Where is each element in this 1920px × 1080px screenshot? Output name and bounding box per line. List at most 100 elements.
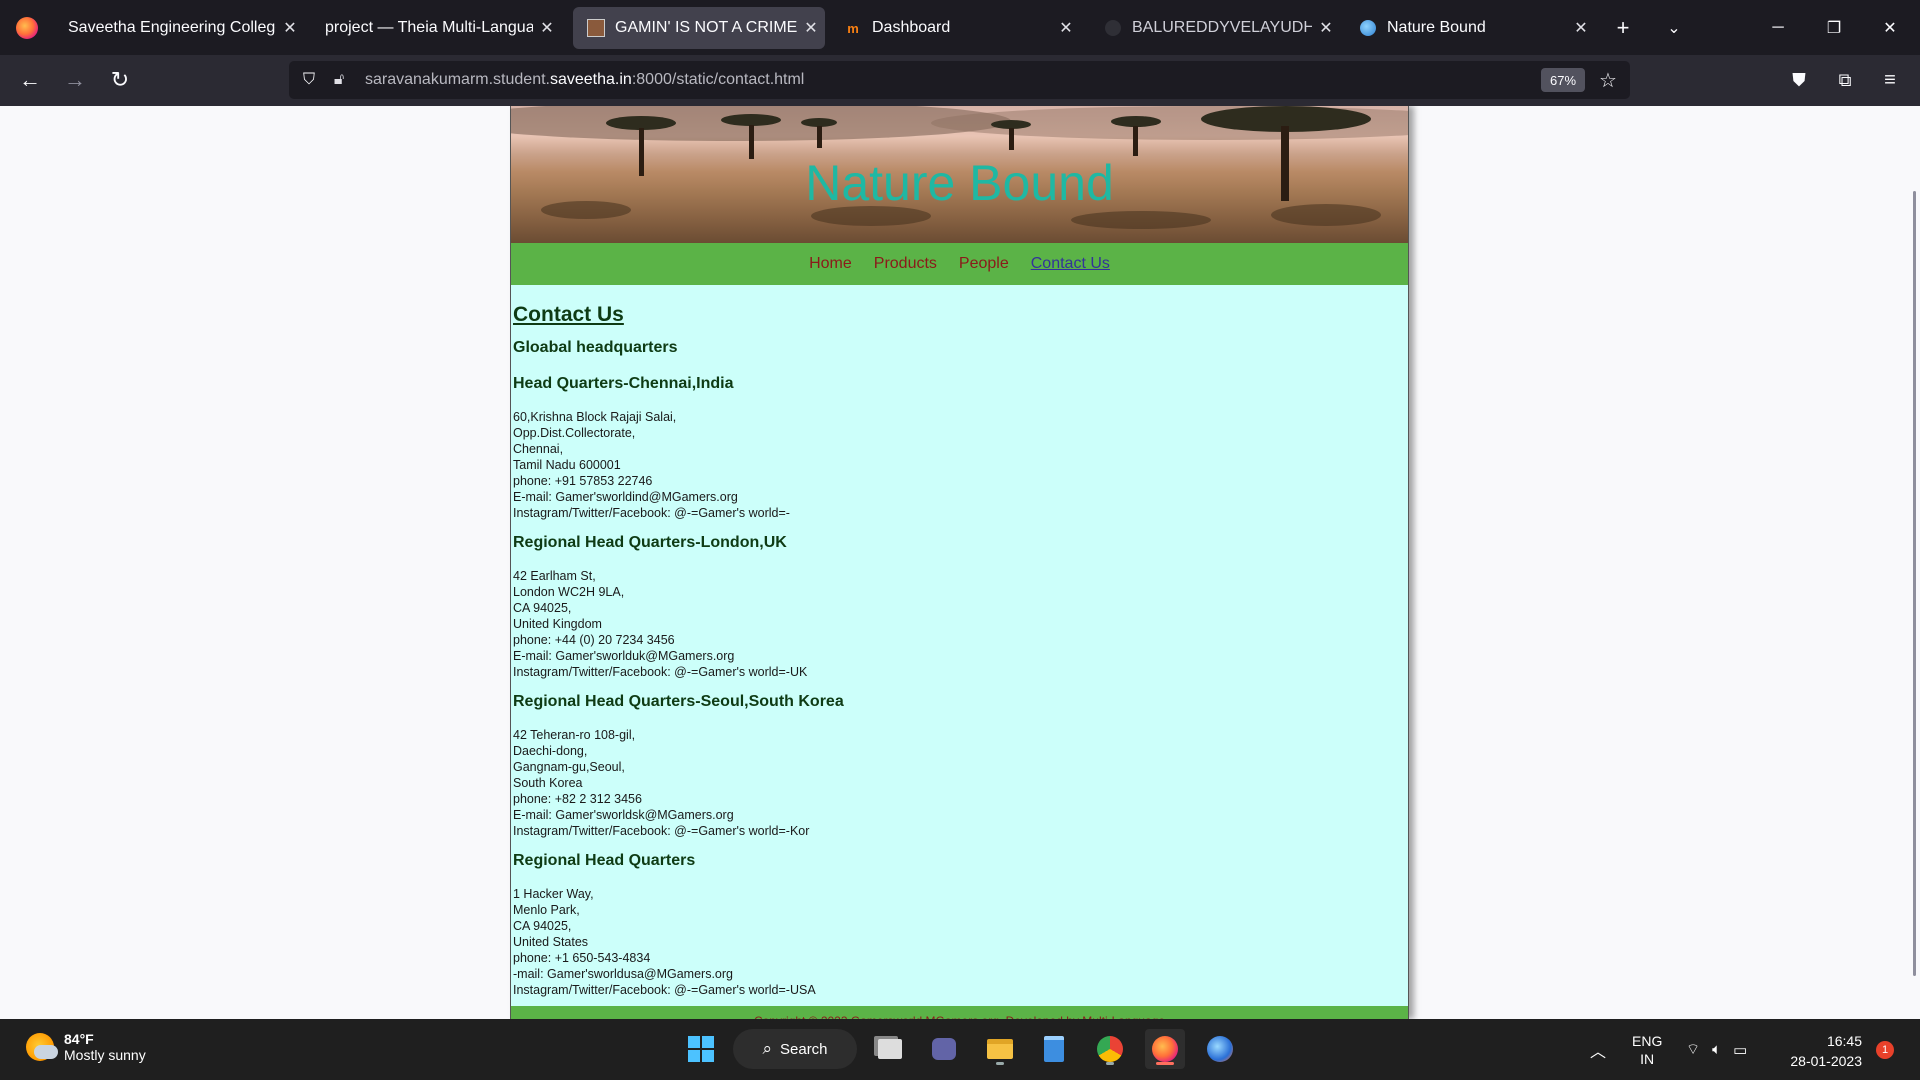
forward-button[interactable]: → [57, 62, 93, 98]
tab-gamin[interactable]: GAMIN' IS NOT A CRIME ✕ [573, 7, 825, 49]
language-code: ENG [1632, 1032, 1663, 1049]
social-line: Instagram/Twitter/Facebook: @-=Gamer's w… [513, 983, 816, 997]
address-line: CA 94025, [513, 919, 572, 933]
weather-widget[interactable]: 84°F Mostly sunny [26, 1031, 146, 1063]
global-headquarters-heading: Gloabal headquarters [513, 339, 678, 356]
back-button[interactable]: ← [12, 62, 48, 98]
url-text[interactable]: saravanakumarm.student.saveetha.in:8000/… [365, 71, 804, 89]
address-line: Menlo Park, [513, 903, 580, 917]
address-line: Gangnam-gu,Seoul, [513, 760, 625, 774]
extensions-icon[interactable]: ⧉ [1827, 62, 1863, 98]
banner-image: Nature Bound [511, 106, 1408, 243]
menu-contact-link[interactable]: Contact Us [1031, 255, 1110, 273]
email-line: E-mail: Gamer'sworldsk@MGamers.org [513, 808, 734, 822]
vertical-scrollbar[interactable] [1913, 191, 1916, 976]
address-line: Chennai, [513, 442, 564, 456]
address-line: London WC2H 9LA, [513, 585, 625, 599]
social-line: Instagram/Twitter/Facebook: @-=Gamer's w… [513, 824, 810, 838]
firefox-dev-icon[interactable] [1200, 1029, 1240, 1069]
teams-chat-icon[interactable] [924, 1029, 964, 1069]
input-language-indicator[interactable]: ENG IN [1632, 1019, 1662, 1080]
tab-title: Saveetha Engineering College [68, 19, 276, 36]
site-title: Nature Bound [805, 155, 1114, 211]
close-icon[interactable]: ✕ [1567, 18, 1595, 38]
shield-icon[interactable]: ⛉ [299, 70, 319, 90]
search-icon: ⌕ [762, 1039, 772, 1058]
close-icon[interactable]: ✕ [797, 18, 825, 38]
tab-nature-bound[interactable]: Nature Bound ✕ [1345, 7, 1595, 49]
weather-condition: Mostly sunny [64, 1047, 146, 1063]
windows-taskbar: 84°F Mostly sunny ⌕ Search ︿ ENG IN ⌔ 🔈︎… [0, 1019, 1920, 1080]
new-tab-button[interactable]: + [1605, 10, 1641, 46]
taskbar-search[interactable]: ⌕ Search [733, 1029, 857, 1069]
office-address-seoul: 42 Teheran-ro 108-gil, Daechi-dong, Gang… [513, 727, 1408, 839]
close-icon[interactable]: ✕ [533, 18, 561, 38]
office-heading-london: Regional Head Quarters-London,UK [513, 534, 787, 551]
firefox-view-button[interactable] [0, 0, 53, 55]
navigation-toolbar: ← → ↻ ⛉ 🔓︎ saravanakumarm.student.saveet… [0, 55, 1920, 106]
phone-line: phone: +1 650-543-4834 [513, 951, 651, 965]
address-bar[interactable]: ⛉ 🔓︎ saravanakumarm.student.saveetha.in:… [289, 61, 1630, 99]
minimize-button[interactable]: ─ [1750, 0, 1806, 55]
tab-dashboard[interactable]: m Dashboard ✕ [830, 7, 1080, 49]
menu-home-link[interactable]: Home [809, 255, 852, 273]
firefox-taskbar-icon[interactable] [1145, 1029, 1185, 1069]
email-line: -mail: Gamer'sworldusa@MGamers.org [513, 967, 733, 981]
contact-content: Contact Us Gloabal headquarters Head Qua… [511, 285, 1408, 998]
tab-strip: Saveetha Engineering College ✕ project —… [0, 0, 1920, 55]
menu-people-link[interactable]: People [959, 255, 1009, 273]
menu-hamburger-icon[interactable]: ≡ [1872, 62, 1908, 98]
insecure-lock-icon[interactable]: 🔓︎ [329, 70, 349, 90]
region-code: IN [1640, 1050, 1655, 1067]
pocket-icon[interactable]: ⛊ [1781, 62, 1817, 98]
page-title: Contact Us [513, 303, 624, 326]
taskbar-clock[interactable]: 16:45 28-01-2023 [1778, 1031, 1862, 1071]
office-heading-seoul: Regional Head Quarters-Seoul,South Korea [513, 693, 844, 710]
page-footer: Copyright © 2023 Gamersworld MGamers.org… [511, 1006, 1408, 1019]
bookmark-star-icon[interactable]: ☆ [1599, 68, 1617, 93]
close-window-button[interactable]: ✕ [1862, 0, 1918, 55]
clock-time: 16:45 [1826, 1033, 1862, 1049]
start-button[interactable] [681, 1029, 721, 1069]
close-icon[interactable]: ✕ [1052, 18, 1080, 38]
phone-line: phone: +44 (0) 20 7234 3456 [513, 633, 675, 647]
tab-saveetha[interactable]: Saveetha Engineering College ✕ [54, 7, 304, 49]
chevron-up-icon: ︿ [1590, 1043, 1607, 1061]
tab-title: BALUREDDYVELAYUDHAMG [1132, 19, 1312, 36]
address-line: 60,Krishna Block Rajaji Salai, [513, 410, 677, 424]
firefox-logo-icon [15, 16, 38, 39]
partly-sunny-icon [26, 1033, 58, 1061]
main-menu: Home Products People Contact Us [511, 243, 1408, 285]
file-explorer-icon[interactable] [980, 1029, 1020, 1069]
moodle-icon: m [847, 20, 859, 36]
tab-title: project — Theia Multi-Language [325, 19, 533, 36]
address-line: United States [513, 935, 589, 949]
close-icon[interactable]: ✕ [1312, 18, 1340, 38]
zoom-level-button[interactable]: 67% [1541, 68, 1585, 92]
battery-icon: ▭ [1733, 1041, 1748, 1059]
menu-products-link[interactable]: Products [874, 255, 937, 273]
phone-line: phone: +82 2 312 3456 [513, 792, 642, 806]
office-address-london: 42 Earlham St, London WC2H 9LA, CA 94025… [513, 568, 1408, 680]
search-label: Search [780, 1040, 828, 1058]
notification-badge[interactable]: 1 [1876, 1041, 1894, 1059]
restore-button[interactable]: ❐ [1806, 0, 1862, 55]
tab-theia[interactable]: project — Theia Multi-Language ✕ [311, 7, 561, 49]
show-hidden-icons-button[interactable]: ︿ [1590, 1019, 1606, 1080]
close-icon[interactable]: ✕ [276, 18, 304, 38]
github-icon [1104, 19, 1122, 37]
list-all-tabs-button[interactable]: ⌄ [1656, 10, 1692, 46]
chrome-icon[interactable] [1090, 1029, 1130, 1069]
tab-title: Dashboard [872, 19, 951, 36]
notepad-icon[interactable] [1034, 1029, 1074, 1069]
address-line: United Kingdom [513, 617, 602, 631]
page-container: Nature Bound Home Products People Contac… [510, 106, 1409, 1019]
address-line: 1 Hacker Way, [513, 887, 594, 901]
reload-button[interactable]: ↻ [102, 62, 138, 98]
tab-github[interactable]: BALUREDDYVELAYUDHAMG ✕ [1090, 7, 1340, 49]
email-line: E-mail: Gamer'sworlduk@MGamers.org [513, 649, 735, 663]
address-line: CA 94025, [513, 601, 572, 615]
address-line: Tamil Nadu 600001 [513, 458, 621, 472]
system-tray-status[interactable]: ⌔ 🔈︎ ▭ [1686, 1019, 1747, 1080]
task-view-icon[interactable] [870, 1029, 910, 1069]
